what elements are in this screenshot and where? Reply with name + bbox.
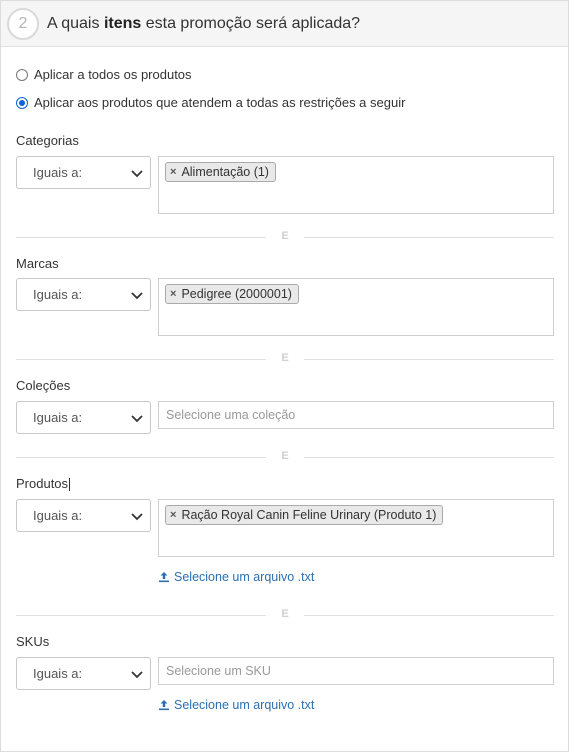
colecoes-search-input[interactable]: Selecione uma coleção [158, 401, 554, 429]
skus-search-input[interactable]: Selecione um SKU [158, 657, 554, 685]
and-separator: E [16, 450, 554, 462]
option-restricted-label: Aplicar aos produtos que atendem a todas… [34, 95, 406, 110]
colecoes-label: Coleções [16, 378, 71, 393]
categorias-tag: × Alimentação (1) [165, 162, 276, 182]
upload-icon [159, 572, 169, 583]
option-all-products-label: Aplicar a todos os produtos [34, 67, 192, 82]
and-separator: E [16, 230, 554, 242]
radio-restricted-products[interactable] [16, 96, 28, 109]
panel-header: 2 A quais itens esta promoção será aplic… [1, 1, 568, 47]
colecoes-operator-select[interactable]: Iguais a: [16, 401, 151, 434]
marcas-operator-select[interactable]: Iguais a: [16, 278, 151, 311]
x-icon[interactable]: × [170, 166, 176, 178]
chevron-down-icon [131, 414, 143, 422]
x-icon[interactable]: × [170, 509, 176, 521]
and-separator: E [16, 352, 554, 364]
produtos-label: Produtos [16, 476, 71, 492]
x-icon[interactable]: × [170, 288, 176, 300]
categorias-selection-box[interactable]: × Alimentação (1) [158, 156, 554, 214]
and-separator: E [16, 608, 554, 620]
upload-icon [159, 700, 169, 711]
skus-label: SKUs [16, 634, 50, 649]
marcas-label: Marcas [16, 256, 59, 271]
produtos-tag: × Ração Royal Canin Feline Urinary (Prod… [165, 505, 444, 525]
chevron-down-icon [131, 291, 143, 299]
marcas-tag: × Pedigree (2000001) [165, 284, 299, 304]
chevron-down-icon [131, 670, 143, 678]
option-restricted-products[interactable]: Aplicar aos produtos que atendem a todas… [16, 95, 405, 110]
categorias-operator-select[interactable]: Iguais a: [16, 156, 151, 189]
option-all-products[interactable]: Aplicar a todos os produtos [16, 67, 192, 82]
produtos-selection-box[interactable]: × Ração Royal Canin Feline Urinary (Prod… [158, 499, 554, 557]
step-number-badge: 2 [7, 7, 39, 40]
skus-operator-select[interactable]: Iguais a: [16, 657, 151, 690]
produtos-operator-select[interactable]: Iguais a: [16, 499, 151, 532]
produtos-file-upload-link[interactable]: Selecione um arquivo .txt [158, 570, 314, 584]
categorias-label: Categorias [16, 133, 79, 148]
chevron-down-icon [131, 512, 143, 520]
promotion-items-panel: 2 A quais itens esta promoção será aplic… [0, 0, 569, 752]
radio-all-products[interactable] [16, 68, 28, 81]
marcas-selection-box[interactable]: × Pedigree (2000001) [158, 278, 554, 336]
skus-file-upload-link[interactable]: Selecione um arquivo .txt [158, 698, 314, 712]
panel-title: A quais itens esta promoção será aplicad… [47, 14, 361, 32]
chevron-down-icon [131, 169, 143, 177]
